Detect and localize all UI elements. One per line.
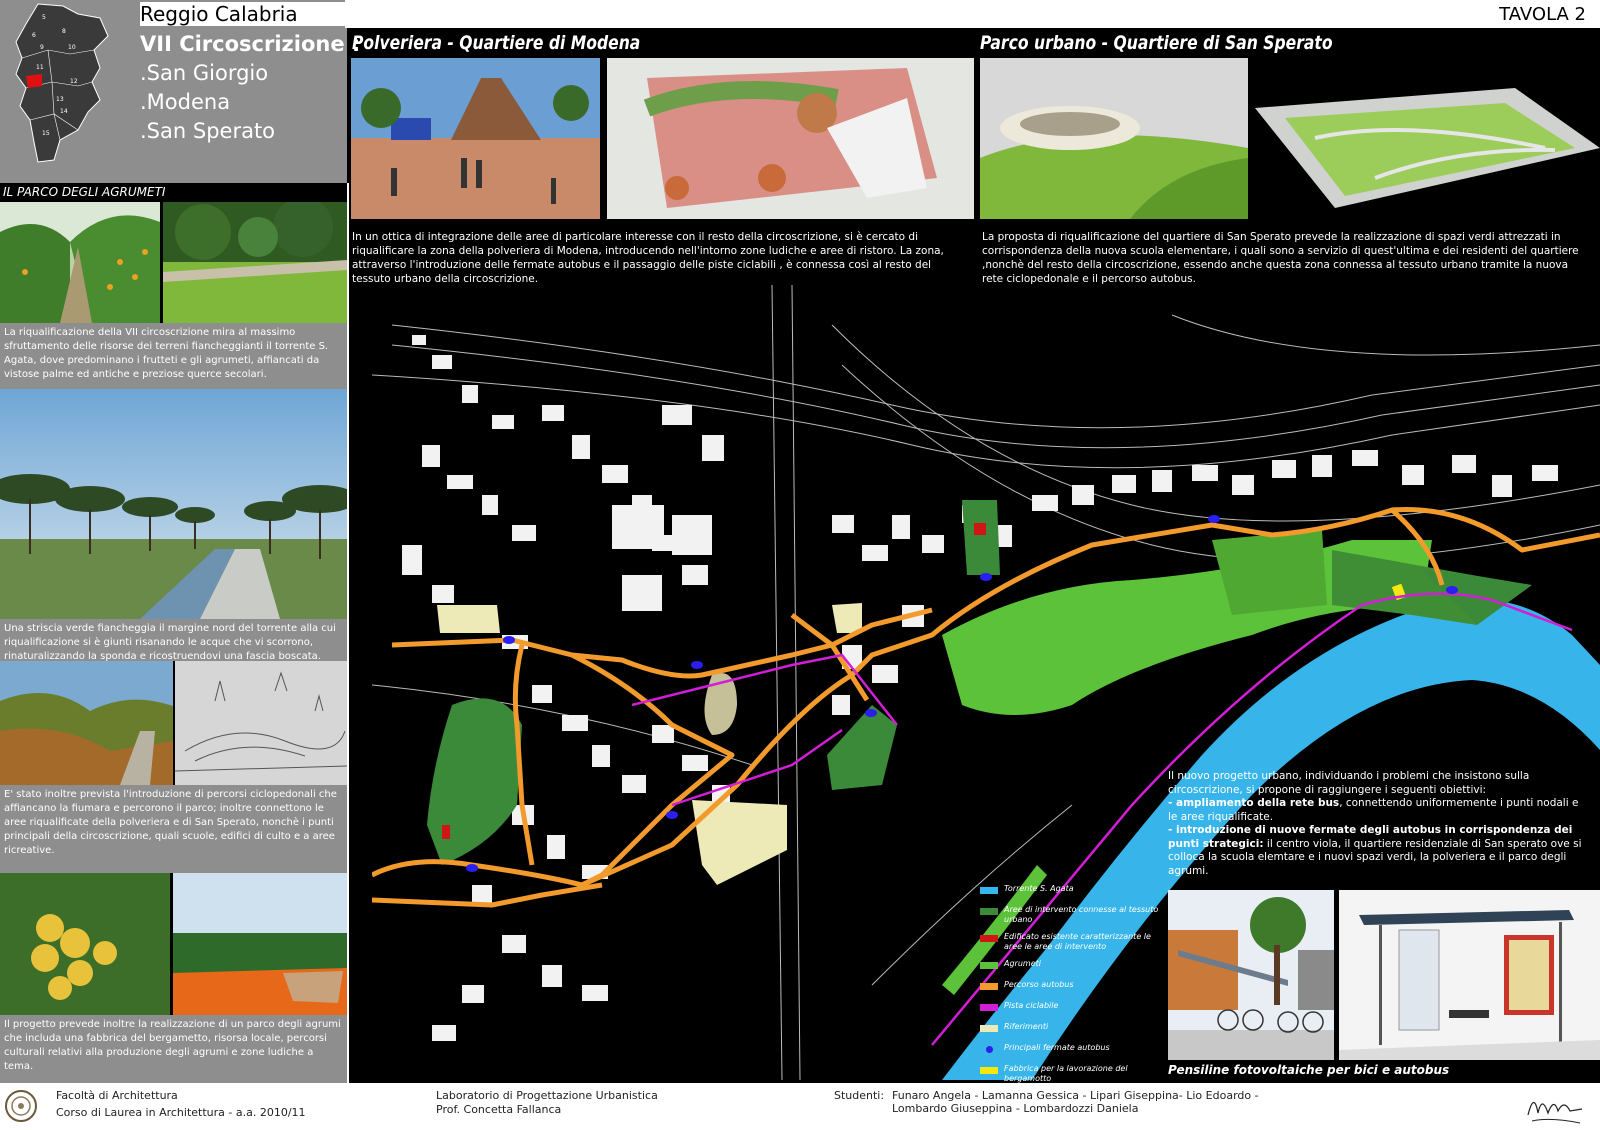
map-legend: Torrente S. Agata Aree di intervento con…: [980, 884, 1160, 1085]
legend-item: Riferimenti: [980, 1022, 1160, 1040]
legend-item: Torrente S. Agata: [980, 884, 1160, 902]
objectives-text: Il nuovo progetto urbano, individuando i…: [1168, 770, 1588, 878]
sidebar-text-2: Una striscia verde fiancheggia il margin…: [0, 619, 347, 662]
legend-swatch: [980, 1004, 998, 1011]
legend-label: Riferimenti: [1004, 1022, 1049, 1031]
legend-label: Torrente S. Agata: [1004, 884, 1074, 893]
course-name: Corso di Laurea in Architettura - a.a. 2…: [56, 1106, 306, 1119]
region-number: 5: [42, 14, 46, 21]
orange-garden-photo: [173, 873, 347, 1015]
region-map: [15, 3, 109, 163]
legend-label: Pista ciclabile: [1004, 1001, 1059, 1010]
faculty-name: Facoltà di Architettura: [56, 1089, 178, 1102]
legend-label: Agrumeti: [1004, 959, 1041, 968]
legend-item: Principali fermate autobus: [980, 1043, 1160, 1061]
legend-item: Agrumeti: [980, 959, 1160, 977]
university-seal-icon: [5, 1090, 37, 1122]
parco-description: La proposta di riqualificazione del quar…: [982, 231, 1579, 285]
quartiere-name: .San Sperato: [140, 119, 276, 143]
legend-swatch: [980, 887, 998, 894]
region-number: 14: [60, 108, 68, 115]
park-lawn-photo: [163, 202, 347, 323]
polveriera-plan-render: [607, 58, 974, 219]
polveriera-description: In un ottica di integrazione delle aree …: [352, 231, 944, 285]
students-label: Studenti:: [834, 1089, 885, 1102]
bike-shelter-render: [1168, 890, 1334, 1060]
citrus-fruit-photo: [0, 873, 170, 1015]
region-number: 6: [32, 32, 36, 39]
signature: [1527, 1101, 1583, 1124]
circoscrizione-title: VII Circoscrizione :: [140, 32, 361, 56]
orange-grove-photo: [0, 202, 160, 323]
riverbank-path-photo: [0, 661, 173, 785]
legend-item: Aree di intervento connesse al tessuto u…: [980, 905, 1160, 929]
sidebar-text-3: E' stato inoltre prevista l'introduzione…: [0, 785, 347, 873]
region-number: 15: [42, 130, 50, 137]
sketch-drawing: [175, 661, 347, 785]
objective-item: - introduzione di nuove fermate degli au…: [1168, 824, 1588, 878]
sidebar-heading: IL PARCO DEGLI AGRUMETI: [0, 183, 347, 201]
sidebar-text-1: La riqualificazione della VII circoscriz…: [0, 323, 347, 389]
objective-item: - ampliamento della rete bus, connettend…: [1168, 797, 1588, 824]
quartiere-name: .San Giorgio: [140, 61, 269, 85]
legend-swatch: [980, 962, 998, 969]
legend-swatch: [980, 983, 998, 990]
legend-item: Edificato esistente caratterizzante le a…: [980, 932, 1160, 956]
legend-item: Fabbrica per la lavorazione del bergamot…: [980, 1064, 1160, 1083]
legend-swatch: [980, 1025, 998, 1032]
professor-name: Prof. Concetta Fallanca: [436, 1103, 562, 1116]
objective-bold: - ampliamento della rete bus: [1168, 797, 1340, 809]
bus-shelter-render: [1339, 890, 1600, 1060]
legend-label: Aree di intervento connesse al tessuto u…: [1004, 905, 1159, 924]
objectives-intro: Il nuovo progetto urbano, individuando i…: [1168, 770, 1530, 796]
lab-name: Laboratorio di Progettazione Urbanistica: [436, 1089, 658, 1102]
quartiere-name: .Modena: [140, 90, 231, 114]
sidebar-text-4: Il progetto prevede inoltre la realizzaz…: [0, 1015, 347, 1083]
legend-item: Pista ciclabile: [980, 1001, 1160, 1019]
circoscrizione-block: VII Circoscrizione : .San Giorgio .Moden…: [140, 30, 360, 146]
polveriera-render: [351, 58, 600, 219]
polveriera-title: Polveriera - Quartiere di Modena: [352, 32, 641, 54]
shelter-caption: Pensiline fotovoltaiche per bici e autob…: [1168, 1063, 1450, 1077]
region-number: 9: [40, 44, 44, 51]
region-number: 8: [62, 28, 66, 35]
legend-item: Percorso autobus: [980, 980, 1160, 998]
legend-swatch: [980, 935, 998, 942]
region-number: 11: [36, 64, 44, 71]
legend-swatch: [980, 908, 998, 915]
legend-label: Principali fermate autobus: [1004, 1043, 1110, 1052]
top-bar: [345, 0, 1600, 28]
city-title: Reggio Calabria: [140, 2, 345, 26]
river-greenway-photo: [0, 389, 347, 619]
parco-render: [980, 58, 1248, 219]
legend-label: Fabbrica per la lavorazione del bergamot…: [1004, 1064, 1128, 1083]
region-number: 13: [56, 96, 64, 103]
students-line-2: Lombardo Giuseppina - Lombardozzi Daniel…: [892, 1102, 1139, 1115]
legend-label: Edificato esistente caratterizzante le a…: [1004, 932, 1151, 951]
sidebar-divider: [347, 183, 349, 1083]
parco-aerial-render: [1255, 58, 1600, 219]
legend-swatch: [980, 1067, 998, 1074]
footer: Facoltà di Architettura Corso di Laurea …: [0, 1083, 1600, 1130]
legend-label: Percorso autobus: [1004, 980, 1074, 989]
region-number: 10: [68, 44, 76, 51]
parco-title: Parco urbano - Quartiere di San Sperato: [980, 32, 1333, 54]
students-line-1: Funaro Angela - Lamanna Gessica - Lipari…: [892, 1089, 1259, 1102]
region-number: 12: [70, 78, 78, 85]
legend-swatch: [980, 1046, 998, 1053]
sheet-number: TAVOLA 2: [1499, 4, 1586, 25]
